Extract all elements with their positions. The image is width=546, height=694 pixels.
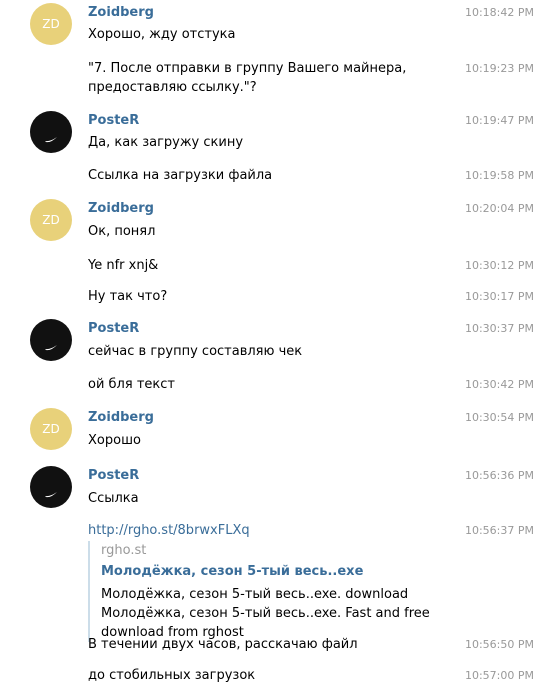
message-time: 10:19:47 PM	[464, 114, 534, 127]
message-time: 10:30:17 PM	[464, 290, 534, 303]
message-time: 10:18:42 PM	[464, 6, 534, 19]
avatar[interactable]	[30, 466, 72, 508]
sender-name[interactable]: Zoidberg	[88, 201, 154, 216]
avatar[interactable]	[30, 319, 72, 361]
link-preview-title[interactable]: Молодёжка, сезон 5-тый весь..exe	[101, 562, 481, 581]
message-text: "7. После отправки в группу Вашего майне…	[88, 61, 411, 95]
message-text: Да, как загружу скину	[88, 135, 244, 150]
avatar[interactable]: ZD	[30, 3, 72, 45]
link-preview-site: rgho.st	[101, 543, 147, 558]
message-time: 10:57:00 PM	[464, 669, 534, 682]
message-text: Хорошо, жду отстука	[88, 27, 236, 42]
message-text: Ссылка	[88, 491, 139, 506]
avatar[interactable]	[30, 111, 72, 153]
message-time: 10:30:54 PM	[464, 411, 534, 424]
message-text: В течении двух часов, расскачаю файл	[88, 637, 358, 652]
nike-swoosh-icon	[45, 137, 57, 143]
message-text: Ок, понял	[88, 224, 156, 239]
message-time: 10:56:50 PM	[464, 638, 534, 651]
message-text: до стобильных загрузок	[88, 668, 256, 683]
nike-swoosh-icon	[45, 492, 57, 498]
message-time: 10:30:12 PM	[464, 259, 534, 272]
message-time: 10:19:23 PM	[464, 62, 534, 75]
message-text: сейчас в группу составляю чек	[88, 344, 303, 359]
message-text: Ну так что?	[88, 289, 168, 304]
message-time: 10:30:37 PM	[464, 322, 534, 335]
link-preview-description: Молодёжка, сезон 5-тый весь..exe. downlo…	[101, 587, 430, 640]
sender-name[interactable]: Zoidberg	[88, 410, 154, 425]
sender-name[interactable]: PosteR	[88, 468, 139, 483]
avatar-initials: ZD	[42, 422, 60, 436]
message-link[interactable]: http://rgho.st/8brwxFLXq	[88, 521, 463, 540]
message-text: Хорошо	[88, 433, 141, 448]
message-text: Ye nfr xnj&	[88, 258, 159, 273]
message-time: 10:56:36 PM	[464, 469, 534, 482]
avatar-initials: ZD	[42, 213, 60, 227]
avatar-initials: ZD	[42, 17, 60, 31]
sender-name[interactable]: Zoidberg	[88, 5, 154, 20]
message-time: 10:19:58 PM	[464, 169, 534, 182]
sender-name[interactable]: PosteR	[88, 321, 139, 336]
message-text: Ссылка на загрузки файла	[88, 168, 273, 183]
message-time: 10:30:42 PM	[464, 378, 534, 391]
link-preview[interactable]: rgho.st Молодёжка, сезон 5-тый весь..exe…	[88, 541, 481, 642]
message-text: ой бля текст	[88, 377, 175, 392]
message-time: 10:20:04 PM	[464, 202, 534, 215]
avatar[interactable]: ZD	[30, 199, 72, 241]
sender-name[interactable]: PosteR	[88, 113, 139, 128]
nike-swoosh-icon	[45, 345, 57, 351]
message-time: 10:56:37 PM	[464, 524, 534, 537]
avatar[interactable]: ZD	[30, 408, 72, 450]
